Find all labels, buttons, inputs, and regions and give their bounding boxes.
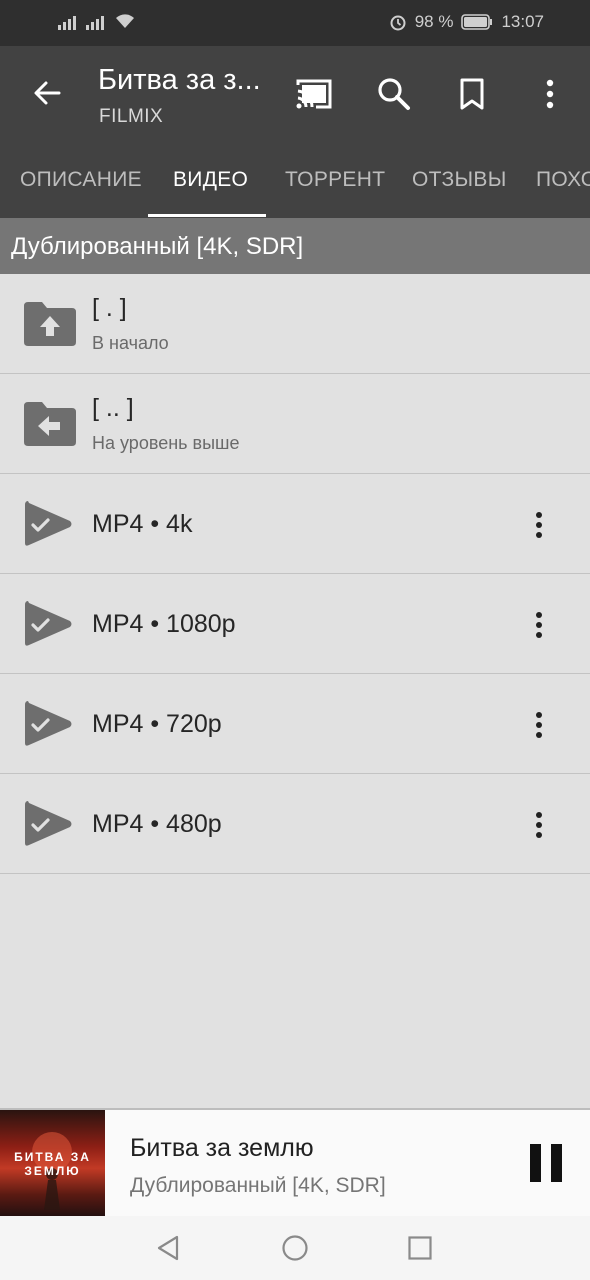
signal-icon bbox=[58, 12, 76, 30]
folder-back-icon bbox=[24, 402, 76, 446]
tab-description[interactable]: ОПИСАНИЕ bbox=[20, 168, 142, 192]
signal-icon bbox=[86, 12, 104, 30]
section-header: Дублированный [4K, SDR] bbox=[0, 218, 590, 274]
app-toolbar: Битва за з... FILMIX bbox=[0, 46, 590, 142]
more-vert-icon bbox=[536, 612, 542, 638]
nav-home-button[interactable] bbox=[279, 1232, 311, 1264]
battery-percent: 98 % bbox=[414, 12, 454, 31]
tab-similar[interactable]: ПОХО bbox=[536, 168, 590, 192]
file-label: MP4 • 480p bbox=[92, 810, 222, 838]
file-label: MP4 • 4k bbox=[92, 510, 193, 538]
play-check-icon bbox=[25, 501, 72, 546]
more-vert-icon bbox=[536, 512, 542, 538]
back-button[interactable] bbox=[24, 70, 70, 116]
file-more-button[interactable] bbox=[524, 508, 554, 542]
play-check-icon bbox=[25, 801, 72, 846]
folder-up-icon bbox=[24, 302, 76, 346]
poster-thumbnail: БИТВА ЗА ЗЕМЛЮ bbox=[0, 1110, 105, 1216]
folder-name: [ . ] bbox=[92, 294, 127, 322]
nav-home-icon bbox=[282, 1235, 308, 1261]
tab-torrent[interactable]: ТОРРЕНТ bbox=[285, 168, 385, 192]
file-label: MP4 • 1080p bbox=[92, 610, 236, 638]
back-arrow-icon bbox=[34, 81, 61, 105]
folder-caption: На уровень выше bbox=[92, 433, 240, 453]
more-vert-icon bbox=[536, 812, 542, 838]
wifi-icon bbox=[116, 14, 134, 28]
list-item-file[interactable]: MP4 • 4k bbox=[0, 474, 590, 574]
active-tab-indicator bbox=[148, 214, 266, 217]
tab-reviews[interactable]: ОТЗЫВЫ bbox=[412, 168, 507, 192]
nav-recents-icon bbox=[408, 1236, 432, 1260]
nav-recents-button[interactable] bbox=[404, 1232, 436, 1264]
alarm-icon bbox=[390, 15, 406, 31]
cast-button[interactable] bbox=[292, 72, 336, 116]
now-playing-title: Битва за землю bbox=[130, 1134, 314, 1162]
list-item-folder-up[interactable]: [ .. ] На уровень выше bbox=[0, 374, 590, 474]
file-more-button[interactable] bbox=[524, 708, 554, 742]
more-vert-icon bbox=[536, 712, 542, 738]
clock: 13:07 bbox=[501, 12, 544, 31]
status-bar: 98 % 13:07 bbox=[0, 0, 590, 46]
list-item-file[interactable]: MP4 • 480p bbox=[0, 774, 590, 874]
search-button[interactable] bbox=[372, 72, 416, 116]
status-left bbox=[58, 12, 136, 30]
more-vert-icon bbox=[546, 79, 554, 109]
now-playing-subtitle: Дублированный [4K, SDR] bbox=[130, 1174, 386, 1197]
bookmark-icon bbox=[460, 78, 484, 110]
nav-back-icon bbox=[157, 1235, 179, 1261]
tab-bar: ОПИСАНИЕ ВИДЕО ТОРРЕНТ ОТЗЫВЫ ПОХО bbox=[0, 142, 590, 218]
play-check-icon bbox=[25, 701, 72, 746]
bookmark-button[interactable] bbox=[450, 72, 494, 116]
file-more-button[interactable] bbox=[524, 808, 554, 842]
poster-title: БИТВА ЗА ЗЕМЛЮ bbox=[14, 1150, 91, 1178]
file-list: [ . ] В начало [ .. ] На уровень выше MP… bbox=[0, 274, 590, 874]
system-navigation-bar bbox=[0, 1216, 590, 1280]
list-item-folder-root[interactable]: [ . ] В начало bbox=[0, 274, 590, 374]
file-more-button[interactable] bbox=[524, 608, 554, 642]
search-icon bbox=[378, 78, 410, 110]
play-check-icon bbox=[25, 601, 72, 646]
battery-icon bbox=[461, 14, 493, 30]
mini-player[interactable]: БИТВА ЗА ЗЕМЛЮ Битва за землю Дублирован… bbox=[0, 1108, 590, 1216]
file-label: MP4 • 720p bbox=[92, 710, 222, 738]
pause-button[interactable] bbox=[530, 1144, 564, 1182]
status-right: 98 % 13:07 bbox=[389, 12, 544, 32]
pause-icon bbox=[551, 1144, 562, 1182]
nav-back-button[interactable] bbox=[152, 1232, 184, 1264]
folder-name: [ .. ] bbox=[92, 394, 134, 422]
page-title: Битва за з... bbox=[98, 64, 261, 96]
list-item-file[interactable]: MP4 • 720p bbox=[0, 674, 590, 774]
list-item-file[interactable]: MP4 • 1080p bbox=[0, 574, 590, 674]
page-subtitle: FILMIX bbox=[99, 106, 164, 127]
overflow-menu-button[interactable] bbox=[528, 72, 572, 116]
pause-icon bbox=[530, 1144, 541, 1182]
cast-icon bbox=[296, 79, 332, 109]
folder-caption: В начало bbox=[92, 333, 169, 353]
tab-video[interactable]: ВИДЕО bbox=[173, 168, 248, 192]
